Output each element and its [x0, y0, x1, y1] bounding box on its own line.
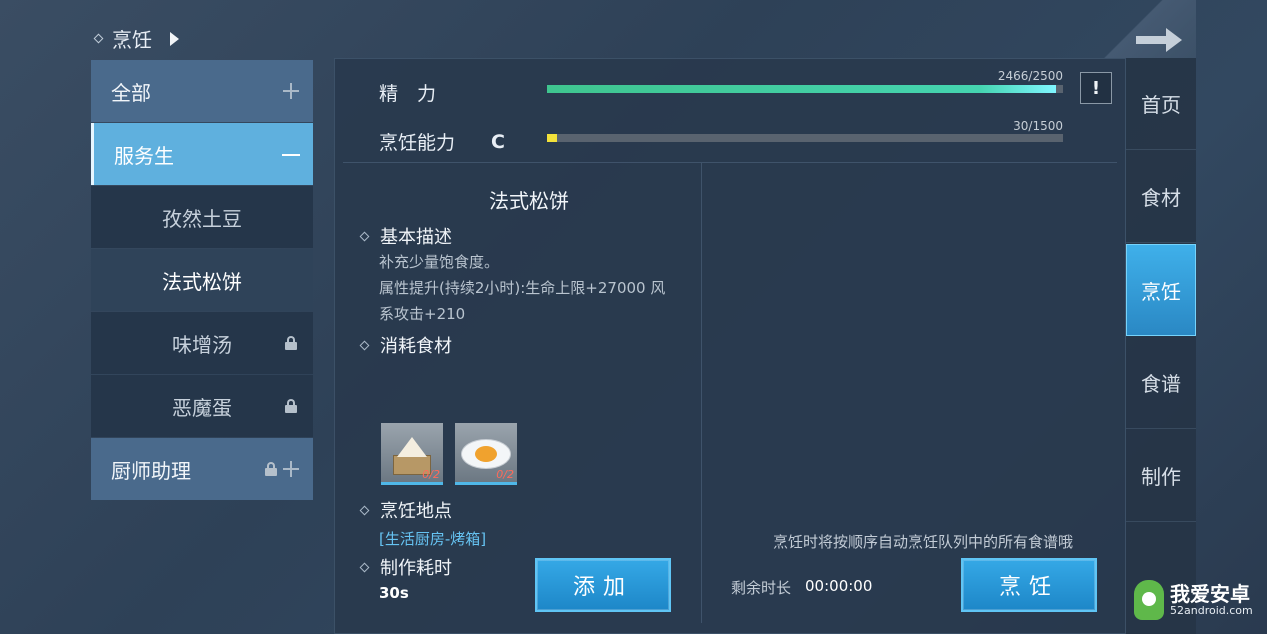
location-heading: 烹饪地点	[359, 497, 452, 523]
diamond-icon	[93, 33, 104, 44]
category-waiter[interactable]: 服务生	[91, 123, 313, 185]
play-arrow-icon	[170, 31, 179, 46]
basic-desc-heading: 基本描述	[359, 223, 452, 249]
remaining-time: 剩余时长 00:00:00	[731, 577, 872, 598]
diamond-icon	[359, 505, 370, 515]
heading-text: 制作耗时	[380, 558, 452, 579]
ingredients-heading: 消耗食材	[359, 332, 452, 358]
queue-notice: 烹饪时将按顺序自动烹饪队列中的所有食谱哦	[772, 533, 1073, 551]
nav-cooking[interactable]: 烹饪	[1126, 244, 1196, 336]
heading-text: 烹饪地点	[380, 501, 452, 522]
cooking-bar-fill	[547, 134, 558, 142]
plus-icon	[283, 83, 299, 99]
nav-recipes[interactable]: 食谱	[1126, 337, 1196, 429]
category-label: 全部	[111, 80, 151, 105]
recipe-item-french-pancake[interactable]: 法式松饼	[91, 249, 313, 311]
recipe-label: 孜然土豆	[162, 206, 242, 231]
heading-text: 基本描述	[380, 227, 452, 248]
main-panel: 精 力 2466/2500 烹饪能力 C 30/1500 ! 法式松饼 基本描述…	[334, 58, 1126, 634]
time-heading: 制作耗时	[359, 554, 452, 580]
cook-button[interactable]: 烹饪	[961, 558, 1097, 612]
remaining-label: 剩余时长	[731, 579, 792, 597]
energy-stat: 精 力	[379, 79, 436, 106]
divider	[343, 162, 1117, 163]
energy-bar	[547, 85, 1063, 93]
lock-icon	[265, 462, 277, 476]
cooking-screen: 烹饪 全部 服务生 孜然土豆 法式松饼 味增汤 恶魔蛋 厨师助理 精 力 246…	[0, 0, 1267, 634]
cooking-label: 烹饪能力	[379, 132, 456, 154]
recipe-item-miso-soup[interactable]: 味增汤	[91, 312, 313, 374]
ingredient-count: 0/2	[496, 468, 514, 481]
cooking-location: [生活厨房-烤箱]	[379, 530, 487, 548]
dish-title: 法式松饼	[489, 189, 569, 213]
nav-crafting[interactable]: 制作	[1126, 430, 1196, 522]
cooking-stat: 烹饪能力 C	[379, 128, 505, 155]
ingredient-count: 0/2	[422, 468, 440, 481]
watermark: 我爱安卓 52android.com	[1134, 580, 1253, 620]
energy-label: 精 力	[379, 83, 437, 105]
watermark-sub: 52android.com	[1170, 603, 1253, 617]
energy-value: 2466/2500	[997, 69, 1063, 83]
category-all[interactable]: 全部	[91, 60, 313, 122]
remaining-value: 00:00:00	[805, 577, 873, 595]
recipe-label: 味增汤	[172, 332, 232, 357]
right-nav: 首页 食材 烹饪 食谱 制作	[1126, 58, 1196, 634]
breadcrumb-label: 烹饪	[112, 28, 152, 52]
lock-icon	[285, 399, 297, 413]
add-button[interactable]: 添加	[535, 558, 671, 612]
desc-line: 属性提升(持续2小时):生命上限+27000 风系攻击+210	[379, 279, 666, 323]
cooking-time: 30s	[379, 584, 409, 602]
recipe-label: 法式松饼	[162, 269, 242, 294]
recipe-item-devil-egg[interactable]: 恶魔蛋	[91, 375, 313, 437]
heading-text: 消耗食材	[380, 336, 452, 357]
energy-bar-fill	[547, 85, 1056, 93]
breadcrumb: 烹饪	[93, 24, 179, 53]
diamond-icon	[359, 562, 370, 572]
alert-button[interactable]: !	[1080, 72, 1112, 104]
recipe-item-cumin-potato[interactable]: 孜然土豆	[91, 186, 313, 248]
exit-arrow-icon[interactable]	[1136, 28, 1182, 52]
recipe-label: 恶魔蛋	[172, 395, 232, 420]
diamond-icon	[359, 340, 370, 350]
category-list: 全部 服务生 孜然土豆 法式松饼 味增汤 恶魔蛋 厨师助理	[91, 60, 313, 501]
lock-icon	[285, 336, 297, 350]
minus-icon	[282, 154, 300, 156]
ingredient-slot-egg[interactable]: 0/2	[455, 423, 517, 485]
diamond-icon	[359, 231, 370, 241]
category-label: 厨师助理	[111, 458, 191, 483]
cooking-grade: C	[491, 130, 505, 153]
nav-ingredients[interactable]: 食材	[1126, 151, 1196, 243]
ingredient-slot-flour[interactable]: 0/2	[381, 423, 443, 485]
divider	[701, 163, 702, 623]
desc-line: 补充少量饱食度。	[379, 253, 500, 271]
cooking-bar	[547, 134, 1063, 142]
category-chef-assistant[interactable]: 厨师助理	[91, 438, 313, 500]
plus-icon	[283, 461, 299, 477]
watermark-title: 我爱安卓	[1170, 581, 1250, 606]
nav-home[interactable]: 首页	[1126, 58, 1196, 150]
android-logo-icon	[1134, 580, 1164, 620]
category-label: 服务生	[114, 143, 174, 168]
cooking-value: 30/1500	[1013, 119, 1063, 133]
